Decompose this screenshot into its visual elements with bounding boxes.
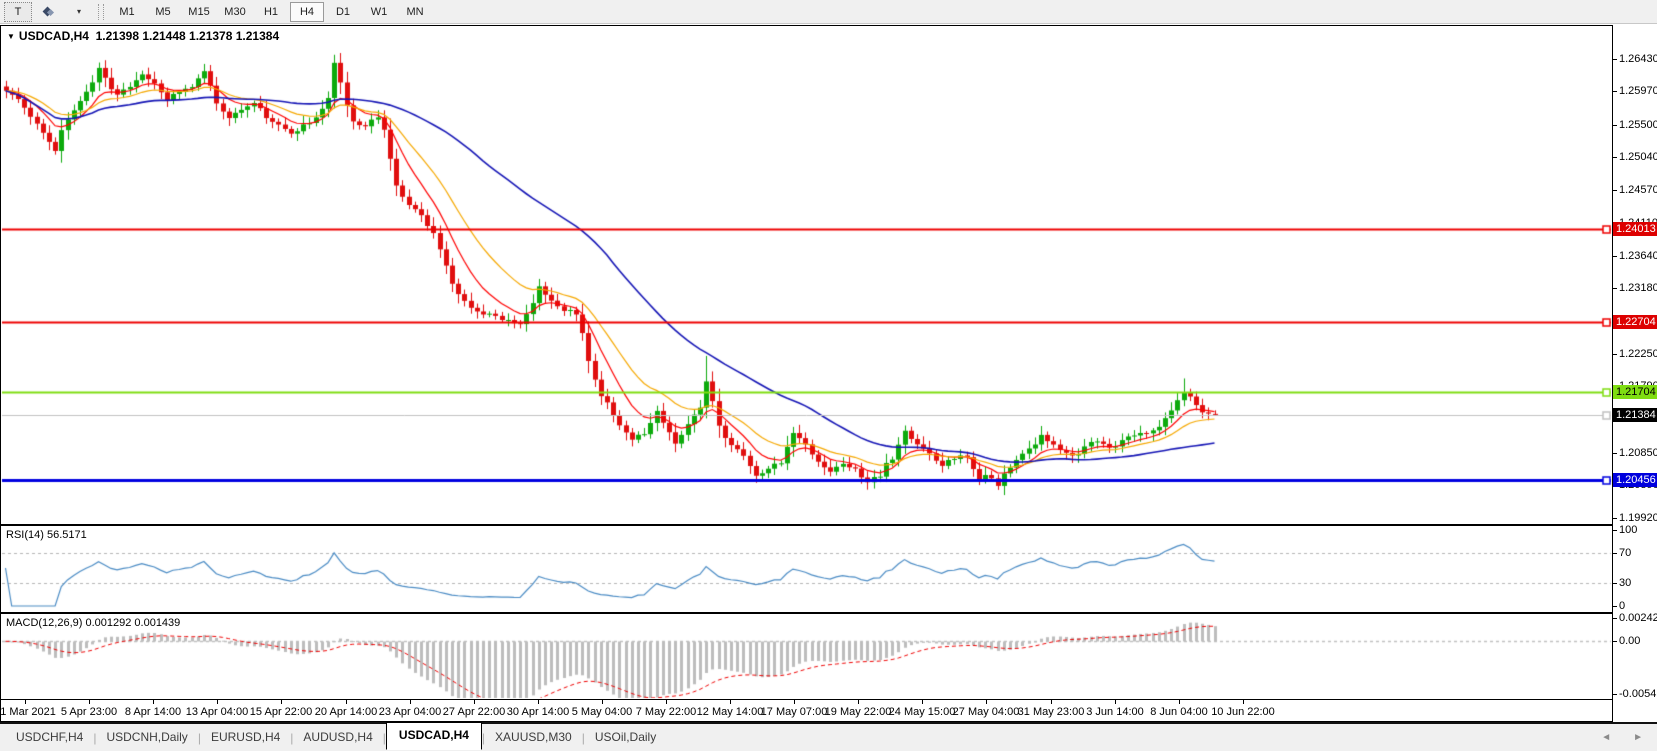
time-axis-tick [1115,700,1116,704]
price-axis-tick [1612,59,1617,60]
time-axis-label: 5 May 04:00 [572,706,633,718]
time-axis-label: 7 May 22:00 [636,706,697,718]
symbol-caret-icon[interactable]: ▼ [7,32,15,41]
time-axis-label: 31 Mar 2021 [0,706,56,718]
rsi-indicator-label: RSI(14) 56.5171 [6,529,87,541]
price-axis-tick [1612,453,1617,454]
price-axis-label: 1.24570 [1619,185,1657,196]
chart-symbol: USDCAD,H4 [19,29,89,43]
macd-axis-tick [1612,618,1617,619]
time-axis-label: 8 Jun 04:00 [1150,706,1208,718]
tab-scroll-left-icon[interactable]: ◄ [1601,732,1611,743]
macd-axis-label: 0.00 [1619,636,1640,647]
chart-tabs: USDCHF,H4|USDCNH,Daily|EURUSD,H4|AUDUSD,… [6,725,666,750]
tab-scroll-arrows: ◄ ► [1601,732,1657,743]
time-axis-label: 19 May 22:00 [825,706,892,718]
price-badge: 1.22704 [1613,315,1657,329]
macd-axis-tick [1612,641,1617,642]
price-axis-tick [1612,190,1617,191]
time-axis-tick [986,700,987,704]
time-axis-tick [217,700,218,704]
chart-tab-eurusd[interactable]: EURUSD,H4 [201,725,290,750]
price-axis-label: 1.25040 [1619,152,1657,163]
price-axis-label: 1.23640 [1619,251,1657,262]
price-badge: 1.20456 [1613,473,1657,487]
time-axis-tick [538,700,539,704]
tab-scroll-right-icon[interactable]: ► [1633,732,1643,743]
chart-tab-usoil[interactable]: USOil,Daily [585,725,666,750]
time-axis-label: 3 Jun 14:00 [1086,706,1144,718]
rsi-axis-label: 70 [1619,548,1631,559]
rsi-axis-tick [1612,606,1617,607]
time-axis-label: 20 Apr 14:00 [315,706,377,718]
time-axis-tick [25,700,26,704]
rsi-axis-tick [1612,530,1617,531]
time-axis-tick [1243,700,1244,704]
time-axis-label: 31 May 23:00 [1018,706,1085,718]
macd-indicator-label: MACD(12,26,9) 0.001292 0.001439 [6,617,180,629]
time-axis-tick [1051,700,1052,704]
time-axis-tick [410,700,411,704]
price-axis-label: 1.20850 [1619,448,1657,459]
price-badge: 1.21704 [1613,385,1657,399]
time-axis-label: 27 Apr 22:00 [443,706,505,718]
time-axis-tick [666,700,667,704]
chart-title: ▼ USDCAD,H4 1.21398 1.21448 1.21378 1.213… [7,29,279,43]
chart-tab-bar: USDCHF,H4|USDCNH,Daily|EURUSD,H4|AUDUSD,… [0,722,1657,751]
time-axis-label: 8 Apr 14:00 [125,706,181,718]
macd-axis-label: 0.002429 [1619,613,1657,624]
price-axis-label: 1.23180 [1619,283,1657,294]
chart-tab-usdcnh[interactable]: USDCNH,Daily [96,725,197,750]
price-axis-tick [1612,288,1617,289]
chart-ohlc-values: 1.21398 1.21448 1.21378 1.21384 [96,29,280,43]
time-axis-label: 13 Apr 04:00 [186,706,248,718]
time-axis-label: 10 Jun 22:00 [1211,706,1275,718]
rsi-axis-tick [1612,583,1617,584]
rsi-axis-label: 30 [1619,578,1631,589]
price-axis-tick [1612,157,1617,158]
time-axis-label: 27 May 04:00 [953,706,1020,718]
rsi-axis-label: 100 [1619,525,1637,536]
rsi-axis-tick [1612,553,1617,554]
chart-tab-xauusd[interactable]: XAUUSD,M30 [485,725,582,750]
time-axis-tick [730,700,731,704]
time-axis-label: 5 Apr 23:00 [61,706,117,718]
time-axis-tick [281,700,282,704]
price-axis-tick [1612,91,1617,92]
price-chart-canvas[interactable] [0,0,1657,751]
time-axis-tick [89,700,90,704]
time-axis-tick [602,700,603,704]
time-axis-tick [858,700,859,704]
time-axis-label: 30 Apr 14:00 [507,706,569,718]
price-axis-label: 1.26430 [1619,54,1657,65]
macd-axis-label: -0.0054 [1619,689,1656,700]
price-badge: 1.24013 [1613,222,1657,236]
price-axis-label: 1.19920 [1619,513,1657,524]
price-axis-tick [1612,125,1617,126]
time-axis-tick [922,700,923,704]
price-axis-label: 1.25970 [1619,86,1657,97]
price-badge: 1.21384 [1613,408,1657,422]
price-axis-tick [1612,256,1617,257]
chart-tab-usdcad[interactable]: USDCAD,H4 [386,722,482,750]
time-axis-tick [794,700,795,704]
time-axis-label: 17 May 07:00 [761,706,828,718]
time-axis-label: 23 Apr 04:00 [379,706,441,718]
price-axis-tick [1612,354,1617,355]
mt4-application: T ▾ M1M5M15M30H1H4D1W1MN ▼USDCAD,H4 1.21… [0,0,1657,751]
chart-tab-audusd[interactable]: AUDUSD,H4 [293,725,382,750]
rsi-axis-label: 0 [1619,601,1625,612]
time-axis-label: 24 May 15:00 [889,706,956,718]
chart-tab-usdchf[interactable]: USDCHF,H4 [6,725,93,750]
price-axis-label: 1.25500 [1619,120,1657,131]
time-axis-label: 12 May 14:00 [697,706,764,718]
time-axis-tick [346,700,347,704]
time-axis-label: 15 Apr 22:00 [250,706,312,718]
time-axis-tick [153,700,154,704]
price-axis-label: 1.22250 [1619,349,1657,360]
time-axis-tick [474,700,475,704]
price-axis-tick [1612,518,1617,519]
time-axis-tick [1179,700,1180,704]
macd-axis-tick [1612,694,1617,695]
